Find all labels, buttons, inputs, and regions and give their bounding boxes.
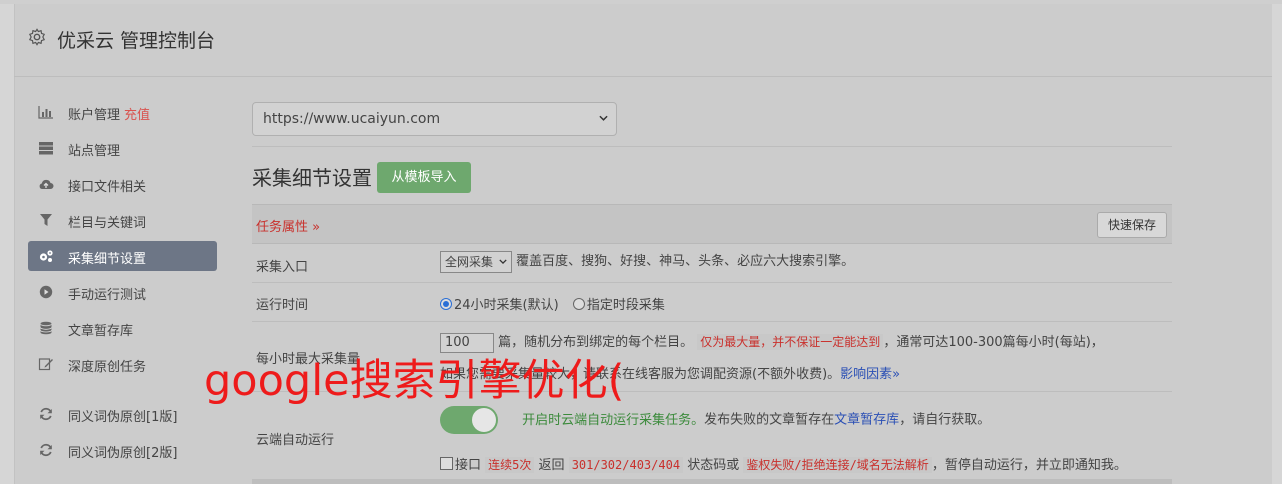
sidebar: 账户管理充值 站点管理 接口文件相关 栏目与关键词 采集细节设置 手动运行测试 <box>28 97 217 471</box>
entry-content: 全网采集 覆盖百度、搜狗、好搜、神马、头条、必应六大搜索引擎。 <box>440 250 854 273</box>
cloud-run-label: 云端自动运行 <box>256 433 335 448</box>
sidebar-item-label: 站点管理 <box>68 144 121 159</box>
runtime-content: 24小时采集(默认) 指定时段采集 <box>440 294 665 313</box>
edit-icon <box>38 358 53 371</box>
cloud-run-desc-b: ，请自行获取。 <box>899 412 991 428</box>
sidebar-item-label: 采集细节设置 <box>68 252 147 267</box>
sidebar-item-article-store[interactable]: 文章暂存库 <box>28 313 217 343</box>
entry-label: 采集入口 <box>256 260 309 275</box>
max-per-hour-text2: ，通常可达100-300篇每小时(每站)， <box>883 335 1104 350</box>
site-select[interactable]: https://www.ucaiyun.com <box>252 102 617 136</box>
section-title: 采集细节设置 <box>252 166 372 190</box>
play-circle-icon <box>39 285 53 299</box>
sidebar-item-label: 深度原创任务 <box>68 360 147 375</box>
sidebar-item-synonym-v2[interactable]: 同义词伪原创[2版] <box>28 435 217 465</box>
runtime-scheduled-label[interactable]: 指定时段采集 <box>587 298 665 313</box>
article-store-link[interactable]: 文章暂存库 <box>834 413 899 428</box>
max-per-hour-text1: 篇，随机分布到绑定的每个栏目。 <box>498 335 694 350</box>
sidebar-divider <box>28 385 217 399</box>
recharge-link[interactable]: 充值 <box>124 108 150 123</box>
chevron-down-icon <box>599 115 608 121</box>
entry-select[interactable]: 全网采集 <box>440 250 513 273</box>
sidebar-item-label: 栏目与关键词 <box>68 216 147 231</box>
entry-description: 覆盖百度、搜狗、好搜、神马、头条、必应六大搜索引擎。 <box>516 254 855 269</box>
text-status: 状态码或 <box>687 458 740 473</box>
sidebar-item-label: 同义词伪原创[2版] <box>68 446 178 461</box>
max-per-hour-line1: 100 篇，随机分布到绑定的每个栏目。 仅为最大量，并不保证一定能达到 ，通常可达… <box>440 331 1104 353</box>
sidebar-item-interface[interactable]: 接口文件相关 <box>28 169 217 199</box>
cogs-icon <box>39 250 53 262</box>
refresh-icon <box>40 443 52 457</box>
table-bottom-bar <box>252 479 1172 484</box>
row-divider <box>252 282 1172 283</box>
sidebar-item-manual-run[interactable]: 手动运行测试 <box>28 277 217 307</box>
max-per-hour-input[interactable]: 100 <box>440 332 494 353</box>
cloud-run-line2: 接口 连续5次 返回 301/302/403/404 状态码或 鉴权失败/拒绝连… <box>440 454 1127 473</box>
cloud-run-line1: 开启时云端自动运行采集任务。发布失败的文章暂存在文章暂存库，请自行获取。 <box>440 406 990 434</box>
sidebar-item-deep-original[interactable]: 深度原创任务 <box>28 349 217 379</box>
task-properties-header: 任务属性 » 快速保存 <box>252 204 1172 244</box>
overlay-watermark-text: google搜索引擎优化( <box>204 356 625 406</box>
row-divider <box>252 321 1172 322</box>
code-errors: 鉴权失败/拒绝连接/域名无法解析 <box>743 457 932 473</box>
filter-icon <box>40 214 52 226</box>
toggle-knob <box>472 408 496 432</box>
influence-factors-link[interactable]: 影响因素» <box>840 367 900 382</box>
sidebar-item-synonym-v1[interactable]: 同义词伪原创[1版] <box>28 399 217 429</box>
interface-checkbox[interactable] <box>440 457 453 470</box>
cloud-upload-icon <box>39 179 54 189</box>
max-per-hour-warning: 仅为最大量，并不保证一定能达到 <box>697 334 884 350</box>
gear-icon <box>28 28 46 46</box>
sidebar-item-account[interactable]: 账户管理 充值 <box>28 97 217 127</box>
sidebar-item-label: 手动运行测试 <box>68 288 147 303</box>
sidebar-item-label: 接口文件相关 <box>68 180 147 195</box>
page-header: 优采云 管理控制台 <box>14 4 1272 77</box>
divider <box>252 146 1172 147</box>
sidebar-item-label: 同义词伪原创[1版] <box>68 410 178 425</box>
interface-check-label[interactable]: 接口 <box>455 458 481 473</box>
refresh-icon <box>40 407 52 421</box>
import-template-button[interactable]: 从模板导入 <box>377 162 471 193</box>
sidebar-item-label: 账户管理 <box>68 108 121 123</box>
scrollbar[interactable] <box>1272 4 1282 484</box>
runtime-24h-radio[interactable] <box>440 298 452 310</box>
sidebar-item-columns[interactable]: 栏目与关键词 <box>28 205 217 235</box>
runtime-label: 运行时间 <box>256 298 309 313</box>
task-properties-toggle[interactable]: 任务属性 » <box>256 216 320 235</box>
site-select-value: https://www.ucaiyun.com <box>263 111 441 127</box>
cloud-run-desc-a: 发布失败的文章暂存在 <box>704 412 835 428</box>
entry-select-value: 全网采集 <box>445 254 494 269</box>
code-consecutive: 连续5次 <box>485 457 535 473</box>
server-icon <box>39 142 53 155</box>
code-status: 301/302/403/404 <box>568 457 684 473</box>
text-end: ，暂停自动运行，并立即通知我。 <box>931 458 1127 473</box>
cloud-run-toggle[interactable] <box>440 406 498 434</box>
quick-save-button[interactable]: 快速保存 <box>1097 212 1167 238</box>
runtime-scheduled-radio[interactable] <box>572 298 585 310</box>
runtime-24h-label[interactable]: 24小时采集(默认) <box>454 298 559 313</box>
sidebar-item-sites[interactable]: 站点管理 <box>28 133 217 163</box>
page-title: 优采云 管理控制台 <box>57 30 216 52</box>
chevron-down-icon <box>499 258 507 264</box>
cloud-run-desc-green: 开启时云端自动运行采集任务。 <box>522 412 705 428</box>
sidebar-item-collect-settings[interactable]: 采集细节设置 <box>28 241 217 271</box>
text-return: 返回 <box>538 458 565 473</box>
bar-chart-icon <box>38 106 53 119</box>
database-icon <box>40 321 52 335</box>
sidebar-item-label: 文章暂存库 <box>68 324 134 339</box>
